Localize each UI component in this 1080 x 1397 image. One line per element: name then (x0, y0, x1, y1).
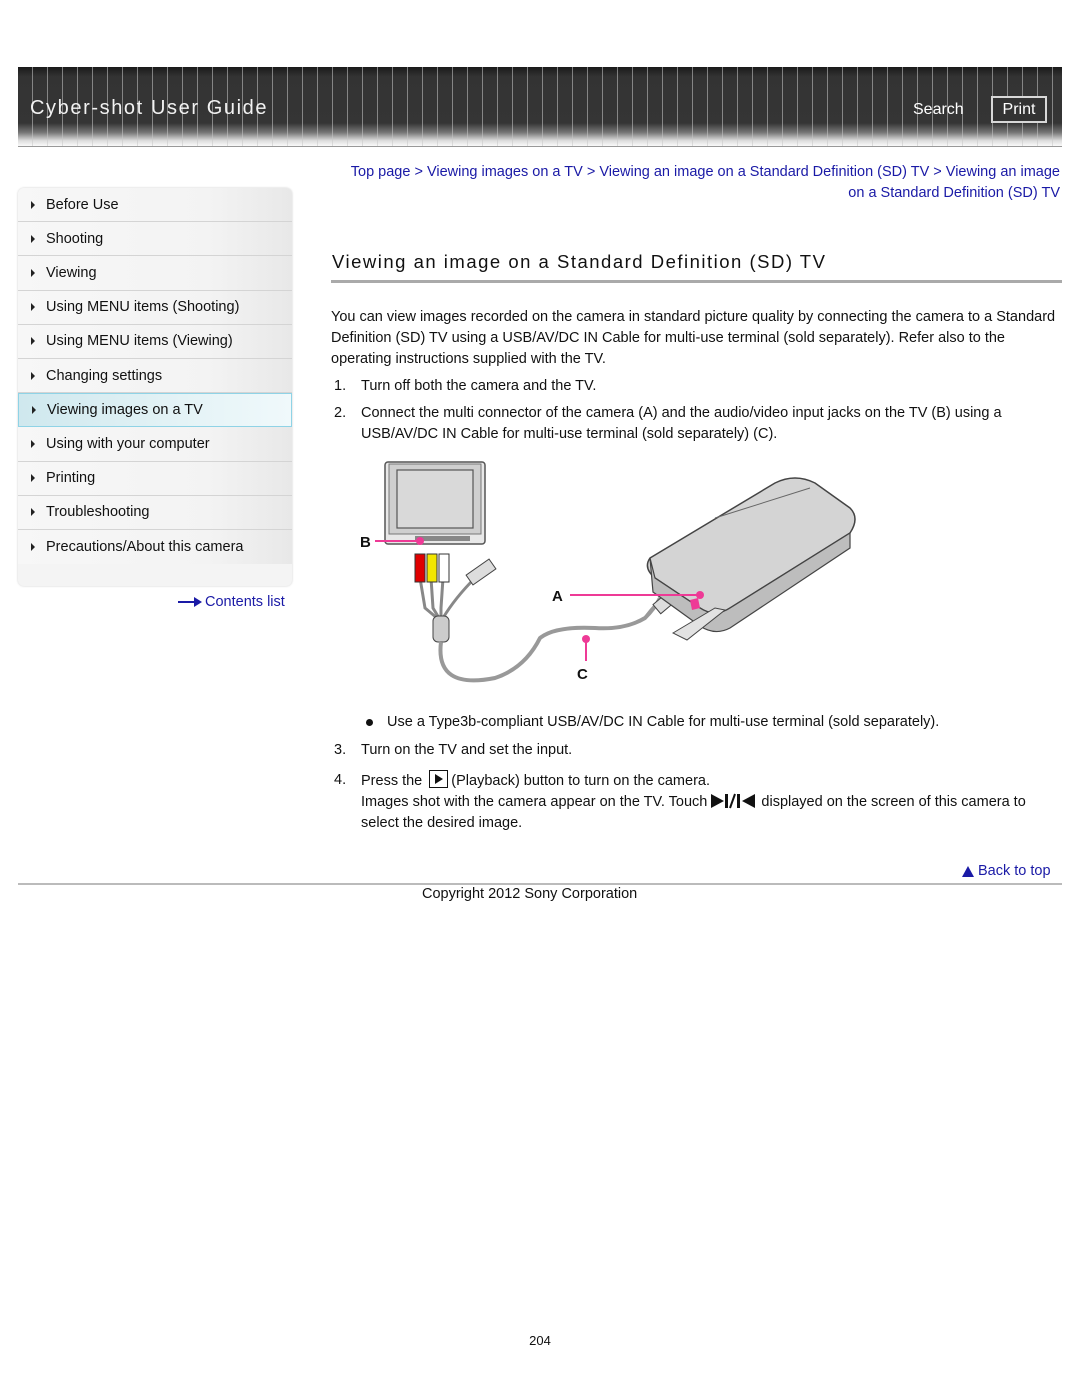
triangle-right-icon (31, 371, 35, 380)
sidebar-item-shooting[interactable]: Shooting (18, 222, 292, 257)
step-text-part: Press the (361, 773, 423, 789)
step-text: Turn on the TV and set the input. (361, 742, 573, 758)
triangle-right-icon (32, 406, 36, 415)
print-button[interactable]: Print (991, 96, 1047, 123)
breadcrumb-viewing-on-tv[interactable]: Viewing images on a TV (427, 164, 583, 180)
callout-c: C (577, 635, 590, 683)
triangle-right-icon (31, 268, 35, 277)
callout-label-c: C (577, 666, 588, 683)
sidebar-item-label: Viewing (46, 264, 97, 281)
breadcrumb-separator: > (929, 164, 946, 180)
breadcrumb-sd-tv[interactable]: Viewing an image on a Standard Definitio… (599, 164, 929, 180)
triangle-right-icon (31, 439, 35, 448)
sidebar-item-viewing-on-tv[interactable]: Viewing images on a TV (18, 393, 292, 428)
back-to-top-label: Back to top (978, 863, 1051, 879)
sidebar-item-label: Viewing images on a TV (47, 402, 203, 419)
triangle-right-icon (31, 200, 35, 209)
breadcrumb: Top page > Viewing images on a TV > View… (345, 162, 1060, 204)
sidebar-item-label: Printing (46, 470, 96, 487)
copyright: Copyright 2012 Sony Corporation (422, 886, 638, 902)
sidebar-item-label: Troubleshooting (46, 504, 150, 521)
sidebar-item-label: Changing settings (46, 367, 163, 384)
page-number: 204 (529, 1333, 551, 1348)
sidebar-item-viewing[interactable]: Viewing (18, 256, 292, 291)
sidebar-item-label: Precautions/About this camera (46, 538, 244, 555)
sidebar-item-label: Shooting (46, 230, 104, 247)
breadcrumb-top-page[interactable]: Top page (351, 164, 411, 180)
header: Cyber-shot User Guide Search Print (18, 67, 1062, 147)
step-text: Connect the multi connector of the camer… (361, 405, 1002, 442)
triangle-right-icon (31, 234, 35, 243)
arrow-right-icon (178, 597, 202, 607)
step-number: 3. (334, 742, 347, 758)
triangle-right-icon (31, 474, 35, 483)
sidebar-item-troubleshooting[interactable]: Troubleshooting (18, 495, 292, 530)
connection-diagram: B A C (360, 461, 856, 683)
step-number: 4. (334, 772, 347, 788)
playback-icon (429, 770, 449, 788)
step-text-part: (Playback) button to turn on the camera. (451, 773, 711, 789)
sidebar-item-computer[interactable]: Using with your computer (18, 427, 292, 462)
breadcrumb-separator: > (582, 164, 600, 180)
sidebar-item-menu-viewing[interactable]: Using MENU items (Viewing) (18, 324, 292, 359)
sidebar-nav: Before Use Shooting Viewing Using MENU i… (18, 188, 292, 586)
step-text: Press the (Playback) button to turn on t… (361, 770, 1061, 834)
search-link[interactable]: Search (913, 101, 964, 119)
callout-label-a: A (552, 588, 563, 605)
title-divider (331, 280, 1062, 283)
sidebar-item-precautions[interactable]: Precautions/About this camera (18, 529, 292, 565)
guide-title: Cyber-shot User Guide (30, 97, 269, 119)
step-text: Turn off both the camera and the TV. (361, 378, 597, 394)
back-to-top-link[interactable]: Back to top (962, 863, 1051, 879)
sidebar-item-label: Before Use (46, 196, 119, 213)
triangle-right-icon (31, 303, 35, 312)
triangle-right-icon (31, 542, 35, 551)
sidebar-item-label: Using MENU items (Shooting) (46, 299, 240, 316)
intro-paragraph: You can view images recorded on the came… (331, 309, 1056, 367)
triangle-up-icon (962, 865, 974, 877)
triangle-right-icon (31, 508, 35, 517)
callout-label-b: B (360, 534, 371, 551)
step-number: 2. (334, 405, 347, 421)
sidebar-item-printing[interactable]: Printing (18, 461, 292, 496)
camera-illustration (646, 477, 856, 641)
step-number: 1. (334, 378, 347, 394)
contents-list-label: Contents list (205, 594, 285, 610)
contents-list-link[interactable]: Contents list (178, 594, 285, 610)
breadcrumb-separator: > (410, 164, 427, 180)
sidebar-item-changing-settings[interactable]: Changing settings (18, 358, 292, 394)
tv-illustration (384, 461, 486, 545)
bullet-icon (366, 719, 373, 726)
step-text-part: Images shot with the camera appear on th… (361, 794, 708, 810)
sidebar-item-before-use[interactable]: Before Use (18, 188, 292, 223)
next-previous-icon (711, 793, 756, 809)
footer-divider (18, 883, 1062, 885)
header-divider (18, 146, 1062, 147)
sidebar-item-label: Using with your computer (46, 435, 210, 452)
page-title: Viewing an image on a Standard Definitio… (332, 251, 827, 272)
note-item: Use a Type3b-compliant USB/AV/DC IN Cabl… (366, 712, 939, 733)
sidebar-item-menu-shooting[interactable]: Using MENU items (Shooting) (18, 290, 292, 325)
av-cable-illustration (414, 553, 690, 683)
note-text: Use a Type3b-compliant USB/AV/DC IN Cabl… (387, 714, 940, 730)
triangle-right-icon (31, 337, 35, 346)
sidebar-item-label: Using MENU items (Viewing) (46, 333, 233, 350)
